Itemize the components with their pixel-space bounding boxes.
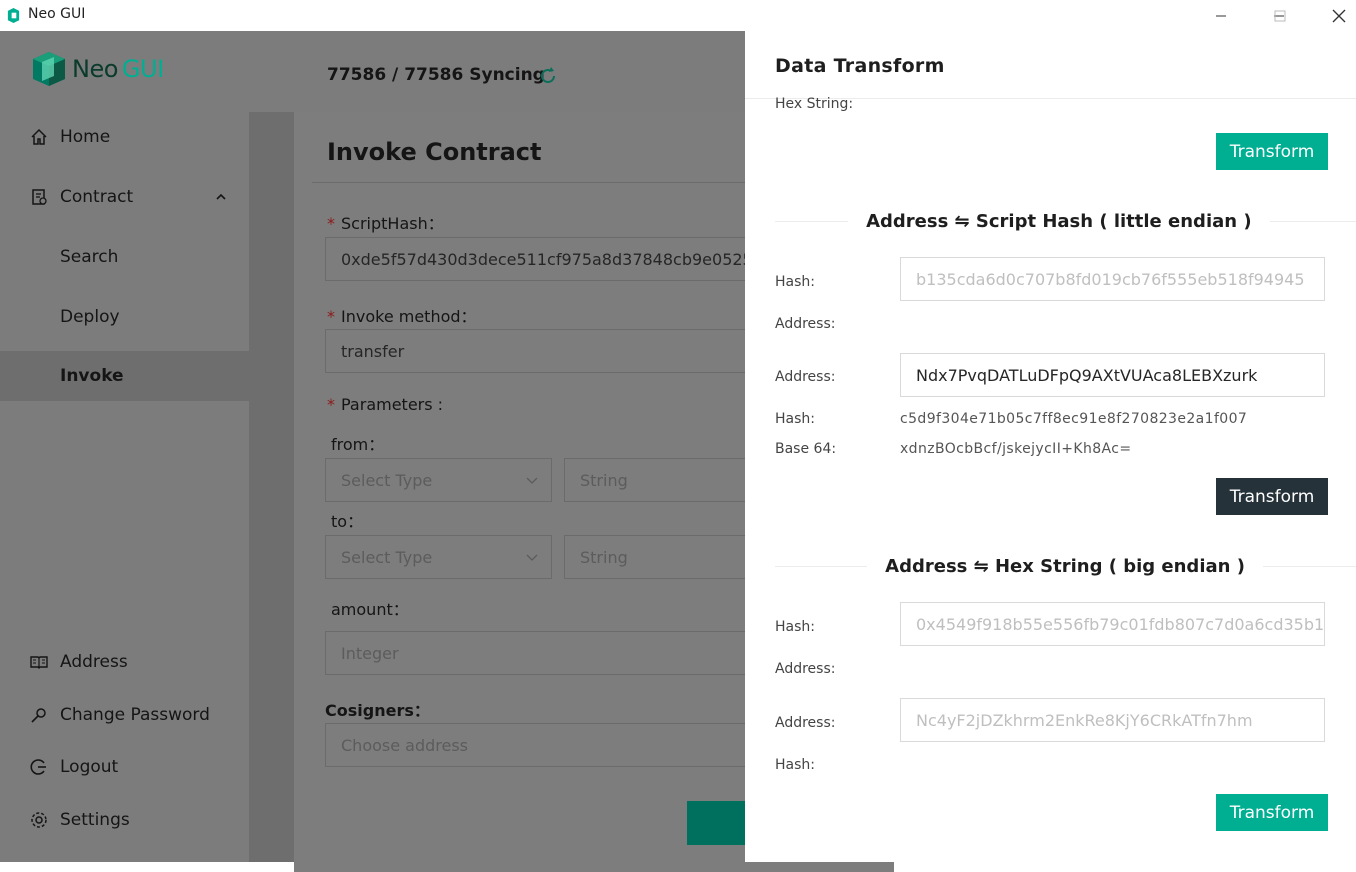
- hex-string-label: Hex String:: [775, 96, 854, 112]
- divider: [1262, 566, 1356, 567]
- sidebar-item-contract[interactable]: Contract: [0, 172, 249, 222]
- section-title: Address ⇋ Hex String ( big endian ): [885, 556, 1245, 577]
- address-book-icon: [29, 652, 49, 672]
- chevron-down-icon: [526, 477, 538, 484]
- maximize-icon: [1274, 10, 1286, 21]
- sidebar-item-label: Logout: [60, 757, 119, 777]
- sidebar-item-label: Deploy: [60, 307, 120, 327]
- drawer-title: Data Transform: [775, 55, 945, 77]
- sidebar-item-search[interactable]: Search: [0, 232, 249, 282]
- transform-button-3[interactable]: Transform: [1216, 794, 1328, 831]
- minimize-icon: [1216, 15, 1226, 16]
- hash-result-label: Hash:: [775, 411, 815, 427]
- hash-result-label: Hash:: [775, 757, 815, 773]
- from-type-select[interactable]: Select Type: [325, 458, 552, 502]
- transform-button-2[interactable]: Transform: [1216, 478, 1328, 515]
- address-label: Address:: [775, 369, 836, 385]
- hash-label: Hash:: [775, 274, 815, 290]
- maximize-button-2[interactable]: [1257, 0, 1303, 31]
- param-amount-label: amount：: [331, 600, 409, 619]
- cosigners-label: Cosigners：: [325, 701, 430, 720]
- sidebar-item-label: Change Password: [60, 705, 210, 725]
- base64-result-label: Base 64:: [775, 441, 837, 457]
- drawer-header: Data Transform: [745, 31, 1356, 99]
- sidebar-item-change-password[interactable]: Change Password: [0, 690, 249, 740]
- sidebar-item-invoke[interactable]: Invoke: [0, 351, 249, 401]
- sidebar-item-logout[interactable]: Logout: [0, 742, 249, 792]
- sidebar-item-label: Home: [60, 127, 111, 147]
- section-address-hexstring: Address ⇋ Hex String ( big endian ): [745, 556, 1356, 577]
- sidebar-item-deploy[interactable]: Deploy: [0, 292, 249, 342]
- chevron-down-icon: [526, 554, 538, 561]
- transform-button-1[interactable]: Transform: [1216, 133, 1328, 170]
- sidebar-item-settings[interactable]: Settings: [0, 795, 249, 845]
- contract-icon: [29, 187, 49, 207]
- window-title: Neo GUI: [28, 6, 86, 22]
- sidebar-item-label: Invoke: [60, 366, 124, 386]
- page-title: Invoke Contract: [327, 138, 542, 166]
- invoke-submit-button[interactable]: [687, 801, 747, 845]
- neo-logo-icon: [33, 52, 65, 86]
- close-icon: [1332, 9, 1346, 22]
- app-logo-icon: [7, 8, 20, 23]
- address-label: Address:: [775, 715, 836, 731]
- window-titlebar: Neo GUI: [0, 0, 1356, 31]
- address-result-label: Address:: [775, 316, 836, 332]
- to-type-select[interactable]: Select Type: [325, 535, 552, 579]
- key-icon: [29, 705, 49, 725]
- sidebar-item-address[interactable]: Address: [0, 637, 249, 687]
- divider: [1269, 221, 1356, 222]
- logo-text: Neo GUI: [72, 55, 164, 83]
- divider: [775, 221, 849, 222]
- sidebar-item-label: Contract: [60, 187, 134, 207]
- home-icon: [29, 127, 49, 147]
- chevron-up-icon: [216, 193, 226, 200]
- param-from-label: from：: [331, 435, 385, 454]
- hex-address-input[interactable]: Nc4yF2jDZkhrm2EnkRe8KjY6CRkATfn7hm: [900, 698, 1325, 742]
- address-result-label: Address:: [775, 661, 836, 677]
- scripthash-label: * ScriptHash：: [327, 214, 444, 233]
- divider: [775, 566, 868, 567]
- sidebar: Neo GUI Home Contract Search Deploy Invok…: [0, 31, 249, 862]
- parameters-label: * Parameters :: [327, 395, 444, 414]
- sidebar-item-label: Settings: [60, 810, 130, 830]
- close-button[interactable]: [1316, 0, 1356, 31]
- param-to-label: to：: [331, 512, 364, 531]
- data-transform-drawer: Data Transform Hex String: Transform Add…: [745, 31, 1356, 862]
- neo-gui-logo: Neo GUI: [30, 49, 164, 89]
- minimize-button-2[interactable]: [1198, 0, 1244, 31]
- hash-result-value: c5d9f304e71b05c7ff8ec91e8f270823e2a1f007: [900, 411, 1248, 427]
- sidebar-item-label: Address: [60, 652, 128, 672]
- base64-result-value: xdnzBOcbBcf/jskejycII+Kh8Ac=: [900, 441, 1132, 457]
- hash-input[interactable]: b135cda6d0c707b8fd019cb76f555eb518f94945: [900, 257, 1325, 301]
- sync-icon: [541, 67, 555, 83]
- invoke-method-label: * Invoke method：: [327, 307, 477, 326]
- hex-hash-input[interactable]: 0x4549f918b55e556fb79c01fdb807c7d0a6cd35…: [900, 602, 1325, 646]
- section-address-scripthash: Address ⇋ Script Hash ( little endian ): [745, 211, 1356, 232]
- address-input[interactable]: Ndx7PvqDATLuDFpQ9AXtVUAca8LEBXzurk: [900, 353, 1325, 397]
- sidebar-item-home[interactable]: Home: [0, 112, 249, 162]
- settings-icon: [29, 810, 49, 830]
- section-title: Address ⇋ Script Hash ( little endian ): [866, 211, 1252, 232]
- hash-label: Hash:: [775, 619, 815, 635]
- sync-status: 77586 / 77586 Syncing: [327, 65, 545, 85]
- logout-icon: [29, 757, 49, 777]
- sidebar-item-label: Search: [60, 247, 119, 267]
